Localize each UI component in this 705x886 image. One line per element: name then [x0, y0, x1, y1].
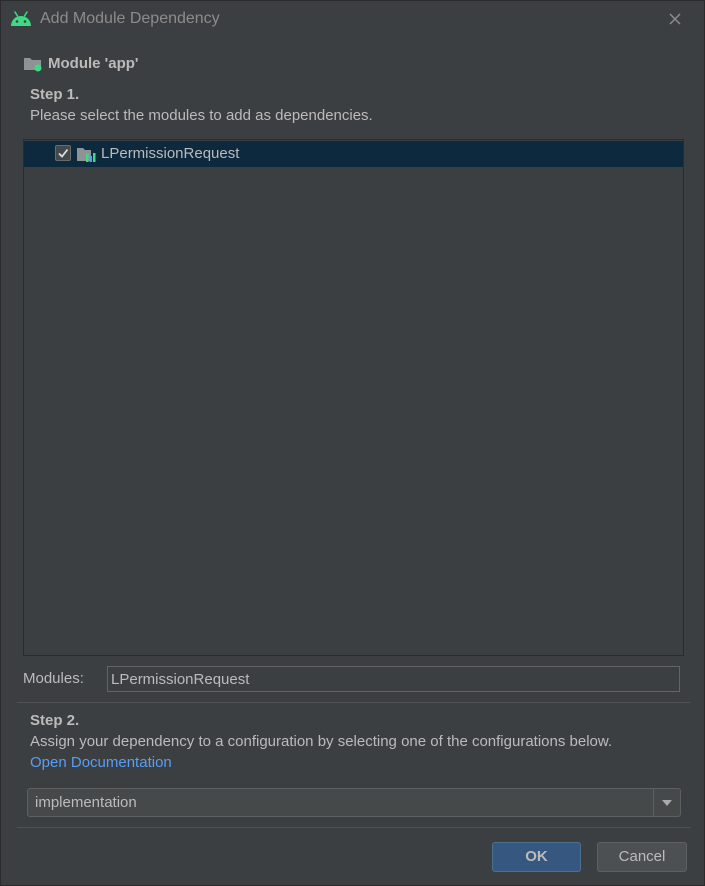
step1-description: Please select the modules to add as depe…: [30, 107, 373, 124]
separator: [17, 702, 690, 703]
chevron-down-icon[interactable]: [661, 799, 673, 807]
step1-heading: Step 1.: [30, 86, 80, 103]
window-title: Add Module Dependency: [40, 10, 220, 27]
cancel-button[interactable]: Cancel: [597, 842, 687, 872]
list-item[interactable]: LPermissionRequest: [24, 141, 683, 167]
separator: [17, 827, 690, 828]
close-icon[interactable]: [665, 9, 685, 29]
configuration-select[interactable]: implementation: [27, 788, 681, 817]
step2-description: Assign your dependency to a configuratio…: [30, 733, 613, 750]
module-folder-icon: [24, 58, 42, 72]
open-documentation-link[interactable]: Open Documentation: [30, 754, 172, 771]
title-bar: Add Module Dependency: [1, 1, 704, 37]
checkmark-icon: [58, 148, 69, 158]
modules-label: Modules:: [23, 670, 84, 687]
list-item-label: LPermissionRequest: [101, 145, 240, 162]
configuration-value: implementation: [35, 794, 137, 811]
module-list[interactable]: LPermissionRequest: [23, 139, 684, 656]
select-divider: [653, 789, 654, 816]
modules-field[interactable]: LPermissionRequest: [107, 666, 680, 692]
android-icon: [10, 11, 32, 27]
library-module-icon: [77, 148, 96, 162]
add-module-dependency-dialog: Add Module Dependency Module 'app' Step …: [0, 0, 705, 886]
step2-heading: Step 2.: [30, 712, 80, 729]
module-title: Module 'app': [48, 55, 139, 72]
module-checkbox[interactable]: [55, 145, 71, 161]
ok-button[interactable]: OK: [492, 842, 581, 872]
